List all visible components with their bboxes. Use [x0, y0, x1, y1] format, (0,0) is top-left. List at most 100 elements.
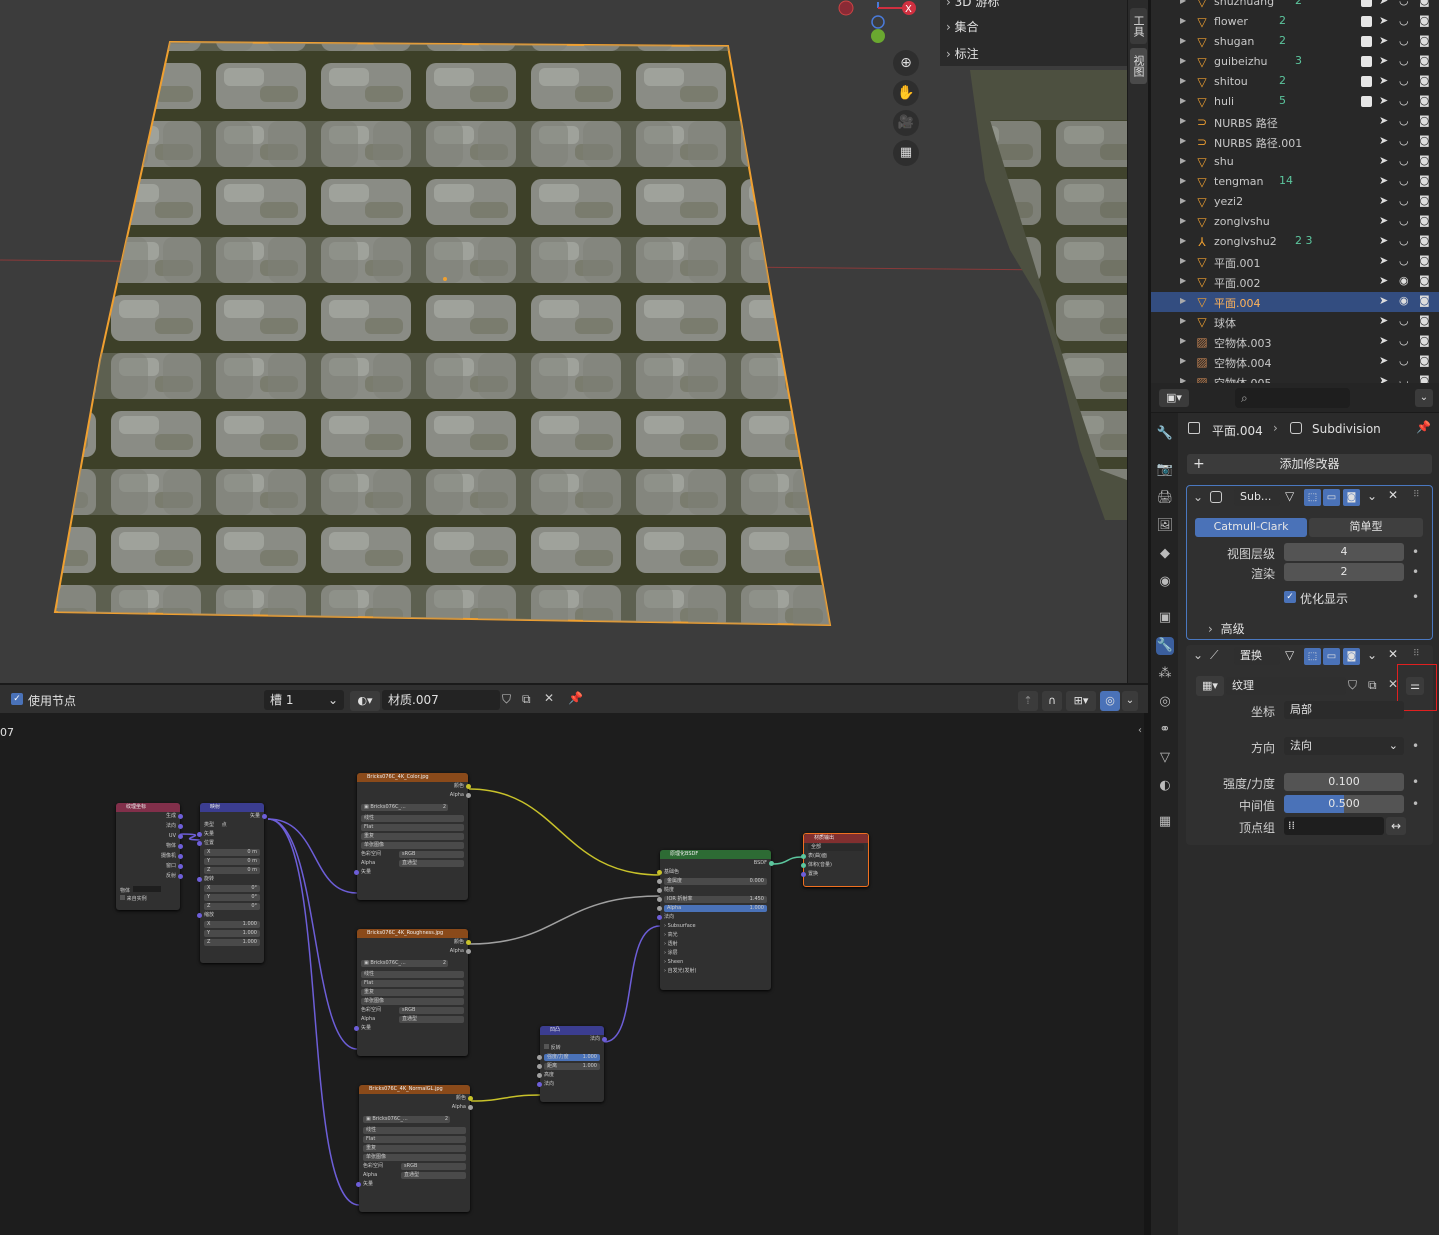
from-instancer-checkbox[interactable] [120, 895, 125, 900]
outliner-object-name[interactable]: zonglvshu [1214, 215, 1270, 228]
bump-node[interactable]: 凹凸 法向 反转 强度/力度 1.000 距离 1.000 高度 法向 [537, 1026, 607, 1102]
drag-handle-icon[interactable]: ⠿ [1413, 649, 1420, 659]
metallic-field[interactable]: 金属度 0.000 [664, 878, 767, 885]
interpolation-dropdown[interactable]: 线性 [361, 815, 464, 822]
eye-closed-icon[interactable]: ◡ [1399, 334, 1409, 347]
bsdf-subpanel[interactable]: › 涂层 [660, 949, 771, 958]
keyframe-dot-icon[interactable]: • [1412, 739, 1419, 753]
select-cursor-icon[interactable]: ➤ [1379, 134, 1388, 147]
camera-render-icon[interactable]: ◙ [1419, 254, 1430, 267]
outliner-row[interactable]: ▶ ▽ 平面.001 ➤ ◡ ◙ [1151, 252, 1439, 272]
properties-search-input[interactable]: ⌕ [1235, 388, 1350, 408]
outliner-row[interactable]: ▶ ⊃ NURBS 路径.001 ➤ ◡ ◙ [1151, 132, 1439, 152]
texcoord-output[interactable]: 摄像机 [116, 852, 183, 862]
physics-tab-icon[interactable]: ◎ [1156, 693, 1174, 711]
expand-arrow-icon[interactable]: ▶ [1180, 0, 1186, 5]
outliner-object-name[interactable]: guibeizhu [1214, 55, 1268, 68]
npanel-collection[interactable]: › 集合 [946, 18, 1116, 38]
expand-arrow-icon[interactable]: ▶ [1180, 256, 1186, 265]
source-dropdown[interactable]: 单张图像 [363, 1154, 466, 1161]
grid-view-icon[interactable]: ▦ [893, 140, 919, 166]
interpolation-dropdown[interactable]: 线性 [361, 971, 464, 978]
mapping-rot-y-field[interactable]: Y 0° [200, 893, 264, 902]
use-nodes-checkbox[interactable]: ✓ [11, 693, 23, 705]
ior-field[interactable]: IOR 折射率 1.450 [664, 896, 767, 903]
texture-coordinate-node[interactable]: 纹理坐标 生成 法向 UV 物体 摄像机 窗口 反射 物体 来自实例 [116, 803, 183, 910]
texcoord-output[interactable]: 窗口 [116, 862, 183, 872]
optimal-display-checkbox[interactable]: ✓ [1284, 591, 1296, 603]
outliner-object-name[interactable]: 平面.002 [1214, 275, 1261, 291]
displace-name-field[interactable]: 置换 [1234, 647, 1280, 665]
distance-field[interactable]: 距离 1.000 [544, 1063, 600, 1070]
select-cursor-icon[interactable]: ➤ [1379, 294, 1388, 307]
expand-arrow-icon[interactable]: ▶ [1180, 376, 1186, 383]
select-cursor-icon[interactable]: ➤ [1379, 74, 1388, 87]
camera-render-icon[interactable]: ◙ [1419, 94, 1430, 107]
duplicate-icon[interactable]: ⧉ [1368, 678, 1377, 693]
data-tab-icon[interactable]: ▽ [1156, 749, 1174, 767]
principled-bsdf-node[interactable]: 原理化BSDF BSDF 基础色 金属度 0.000 糙度 IOR 折射率 1.45… [657, 850, 774, 990]
simple-button[interactable]: 简单型 [1309, 518, 1423, 537]
keyframe-dot-icon[interactable]: • [1412, 565, 1419, 579]
camera-render-icon[interactable]: ◙ [1419, 0, 1430, 7]
outliner-object-name[interactable]: 空物体.005 [1214, 375, 1272, 383]
texture-field[interactable]: 纹理 [1226, 677, 1346, 695]
eye-closed-icon[interactable]: ◡ [1399, 154, 1409, 167]
target-dropdown[interactable]: 全部 [808, 844, 864, 851]
collapse-arrow-icon[interactable]: ⌄ [1193, 490, 1203, 504]
projection-dropdown[interactable]: Flat [361, 824, 464, 831]
outliner-object-name[interactable]: shu [1214, 155, 1234, 168]
keyframe-dot-icon[interactable]: • [1412, 775, 1419, 789]
chevron-down-icon[interactable]: ⌄ [1415, 389, 1433, 407]
mapping-scl-z-field[interactable]: Z 1.000 [200, 938, 264, 947]
expand-arrow-icon[interactable]: ▶ [1180, 96, 1186, 105]
camera-render-icon[interactable]: ◙ [1419, 374, 1430, 383]
camera-render-icon[interactable]: ◙ [1419, 14, 1430, 27]
camera-render-icon[interactable]: ◙ [1419, 34, 1430, 47]
camera-render-icon[interactable]: ◙ [1419, 74, 1430, 87]
editor-type-button[interactable]: ▣▾ [1159, 389, 1189, 407]
zoom-icon[interactable]: ⊕ [893, 50, 919, 76]
select-cursor-icon[interactable]: ➤ [1379, 154, 1388, 167]
eye-closed-icon[interactable]: ◡ [1399, 234, 1409, 247]
projection-dropdown[interactable]: Flat [361, 980, 464, 987]
eye-closed-icon[interactable]: ◡ [1399, 94, 1409, 107]
midlevel-slider[interactable]: 0.500 [1284, 795, 1404, 813]
select-cursor-icon[interactable]: ➤ [1379, 34, 1388, 47]
source-dropdown[interactable]: 单张图像 [361, 998, 464, 1005]
outliner-object-name[interactable]: shugan [1214, 35, 1254, 48]
editmode-cage-icon[interactable]: ▽ [1285, 489, 1301, 505]
view-layer-tab-icon[interactable]: 🖼 [1156, 517, 1174, 535]
texcoord-output[interactable]: UV [116, 832, 183, 842]
node-editor[interactable]: 07 ‹ 纹理坐标 生成 法向 UV 物体 摄像机 窗口 反射 物体 来自实例 映射 矢量 … [0, 713, 1148, 1235]
expand-arrow-icon[interactable]: ▶ [1180, 16, 1186, 25]
keyframe-dot-icon[interactable]: • [1412, 797, 1419, 811]
outliner-row[interactable]: ▶ ▽ flower 2 ➤ ◡ ◙ [1151, 12, 1439, 32]
select-cursor-icon[interactable]: ➤ [1379, 334, 1388, 347]
camera-render-icon[interactable]: ◙ [1419, 334, 1430, 347]
npanel-annotation[interactable]: › 标注 [946, 45, 1116, 65]
outliner-object-name[interactable]: 平面.004 [1214, 295, 1261, 311]
keyframe-dot-icon[interactable]: • [1412, 545, 1419, 559]
expand-arrow-icon[interactable]: ▶ [1180, 176, 1186, 185]
outliner-object-name[interactable]: tengman [1214, 175, 1263, 188]
alpha-mode-dropdown[interactable]: 直通型 [399, 860, 464, 867]
fake-user-shield-icon[interactable]: ⛉ [502, 692, 511, 707]
outliner-object-name[interactable]: NURBS 路径 [1214, 115, 1278, 131]
outliner-object-name[interactable]: 空物体.003 [1214, 335, 1272, 351]
snap-target-icon[interactable]: ⊞▾ [1066, 691, 1096, 711]
parent-node-tree-icon[interactable]: ⇡ [1018, 691, 1038, 711]
extension-dropdown[interactable]: 重复 [363, 1145, 466, 1152]
material-output-node[interactable]: 材质输出 全部 表(曲)面 体积(音量) 置换 [801, 833, 869, 887]
scene-tab-icon[interactable]: ◆ [1156, 545, 1174, 563]
coords-dropdown[interactable]: 局部 [1284, 701, 1404, 719]
npanel-3dcursor[interactable]: › 3D 游标 [946, 0, 1116, 13]
add-modifier-button[interactable]: + 添加修改器 [1187, 454, 1432, 474]
chevron-down-icon[interactable]: ⌄ [1367, 648, 1377, 662]
outliner-row[interactable]: ▶ ▽ shugan 2 ➤ ◡ ◙ [1151, 32, 1439, 52]
mapping-node[interactable]: 映射 矢量 类型 点 矢量 位置 X0 mY0 mZ0 m 旋转 X 0° Y 0° Z… [197, 803, 267, 963]
modifier-name-field[interactable]: Sub... [1234, 488, 1280, 506]
mapping-rot-x-field[interactable]: X 0° [200, 884, 264, 893]
outliner-row[interactable]: ▶ ▽ shu ➤ ◡ ◙ [1151, 152, 1439, 172]
eye-closed-icon[interactable]: ◡ [1399, 114, 1409, 127]
